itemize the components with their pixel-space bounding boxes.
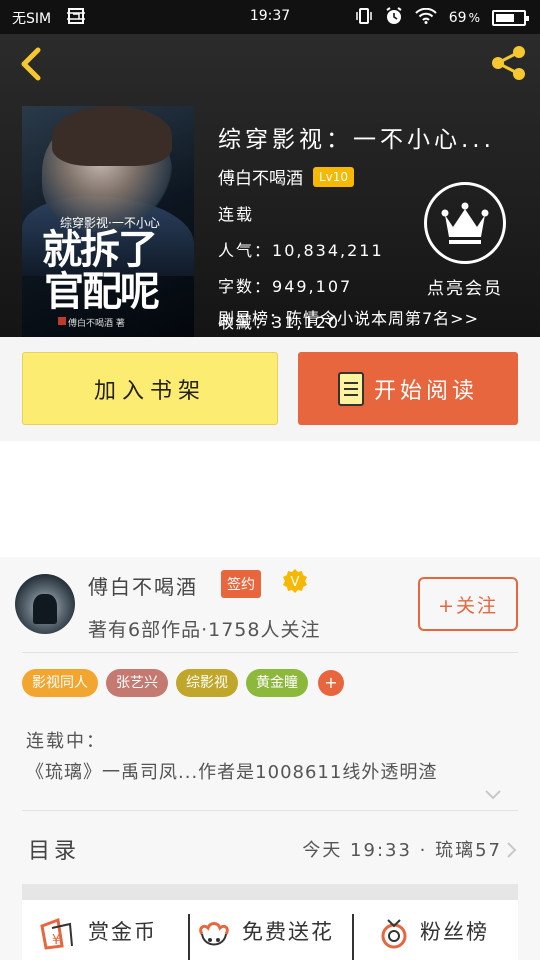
share-icon: [492, 46, 525, 80]
book-cover[interactable]: 综穿影视·一不小心 就拆了 官配呢 傅白不喝酒 著: [22, 106, 194, 337]
chevron-right-icon: [506, 841, 518, 859]
toc-latest-chapter: 今天 19:33 · 琉璃57: [302, 840, 502, 861]
verified-badge: V: [281, 568, 309, 596]
fans-ranking-button[interactable]: 粉丝榜: [376, 900, 489, 960]
chevron-down-icon[interactable]: [484, 787, 502, 801]
status-bar: 无SIM 19:37 69 %: [0, 0, 540, 34]
cover-big-title-1: 就拆了: [42, 226, 158, 273]
add-tag-button[interactable]: +: [318, 670, 344, 696]
send-flowers-button[interactable]: 免费送花: [194, 900, 334, 960]
book-icon: [337, 371, 364, 406]
author-meta: 著有6部作品·1758人关注: [88, 619, 321, 641]
table-of-contents-row[interactable]: 目录 今天 19:33 · 琉璃57: [0, 811, 540, 883]
tag-list: 影视同人 张艺兴 综影视 黄金瞳 +: [22, 669, 344, 697]
send-flowers-label: 免费送花: [242, 920, 334, 944]
cover-seal: [58, 317, 66, 325]
divider: [352, 914, 354, 960]
reward-label: 赏金币: [88, 920, 157, 944]
member-label: 点亮会员: [427, 279, 503, 299]
description-text: 《琉璃》一禹司凤...作者是1008611线外透明渣: [26, 762, 438, 783]
back-button[interactable]: [14, 44, 50, 84]
ranking-link[interactable]: 剧星榜：陈情令小说本周第7名>>: [218, 305, 479, 329]
charging-icon: %: [468, 11, 480, 25]
cover-author: 傅白不喝酒 著: [68, 319, 125, 329]
battery-percent: 69: [448, 10, 467, 26]
section-separator: [22, 884, 518, 900]
author-level-badge: Lv10: [313, 166, 355, 187]
chevron-left-icon: [21, 47, 41, 81]
flower-icon: [199, 922, 229, 946]
add-to-shelf-button[interactable]: 加入书架: [22, 352, 278, 425]
action-bar: 加入书架 开始阅读: [0, 337, 540, 441]
book-header: 综穿影视·一不小心 就拆了 官配呢 傅白不喝酒 著 综穿影视：一不小心... 傅…: [0, 34, 540, 337]
description-status: 连载中：: [26, 731, 106, 752]
svg-text:¥: ¥: [52, 933, 62, 948]
tag-chip[interactable]: 综影视: [176, 669, 238, 697]
share-button[interactable]: [488, 42, 530, 84]
divider: [188, 914, 190, 960]
crown-icon: [424, 182, 506, 264]
alarm-icon: [385, 7, 403, 29]
start-reading-button[interactable]: 开始阅读: [298, 352, 518, 425]
medal-icon: [381, 919, 407, 949]
follow-button[interactable]: +关注: [418, 577, 518, 631]
word-count-label: 字数：: [218, 277, 273, 296]
signed-badge: 签约: [221, 570, 261, 598]
author-name[interactable]: 傅白不喝酒: [88, 571, 198, 600]
word-count-value: 949,107: [272, 277, 353, 296]
cover-big-title-2: 官配呢: [44, 268, 160, 315]
divider: [22, 652, 518, 653]
avatar[interactable]: [15, 574, 75, 634]
book-author[interactable]: 傅白不喝酒: [218, 164, 303, 189]
red-envelope-icon: ¥: [40, 917, 73, 950]
bottom-actions: ¥ 赏金币 免费送花 粉丝榜: [22, 900, 518, 960]
tag-chip[interactable]: 影视同人: [22, 669, 98, 697]
wifi-icon: [415, 7, 437, 28]
start-reading-label: 开始阅读: [373, 378, 478, 404]
popularity-label: 人气：: [218, 241, 273, 260]
popularity-value: 10,834,211: [272, 241, 384, 260]
battery-icon: [492, 10, 529, 26]
toc-label: 目录: [28, 839, 81, 864]
fans-ranking-label: 粉丝榜: [420, 920, 489, 944]
reward-button[interactable]: ¥ 赏金币: [40, 900, 157, 960]
tag-chip[interactable]: 黄金瞳: [246, 669, 308, 697]
member-button[interactable]: 点亮会员: [420, 182, 510, 299]
svg-text:V: V: [291, 575, 300, 590]
vibrate-icon: [355, 8, 373, 28]
book-title: 综穿影视：一不小心...: [218, 127, 495, 153]
tag-chip[interactable]: 张艺兴: [106, 669, 168, 697]
author-section: 傅白不喝酒 签约 V 著有6部作品·1758人关注 +关注 影视同人 张艺兴 综影视…: [0, 557, 540, 960]
